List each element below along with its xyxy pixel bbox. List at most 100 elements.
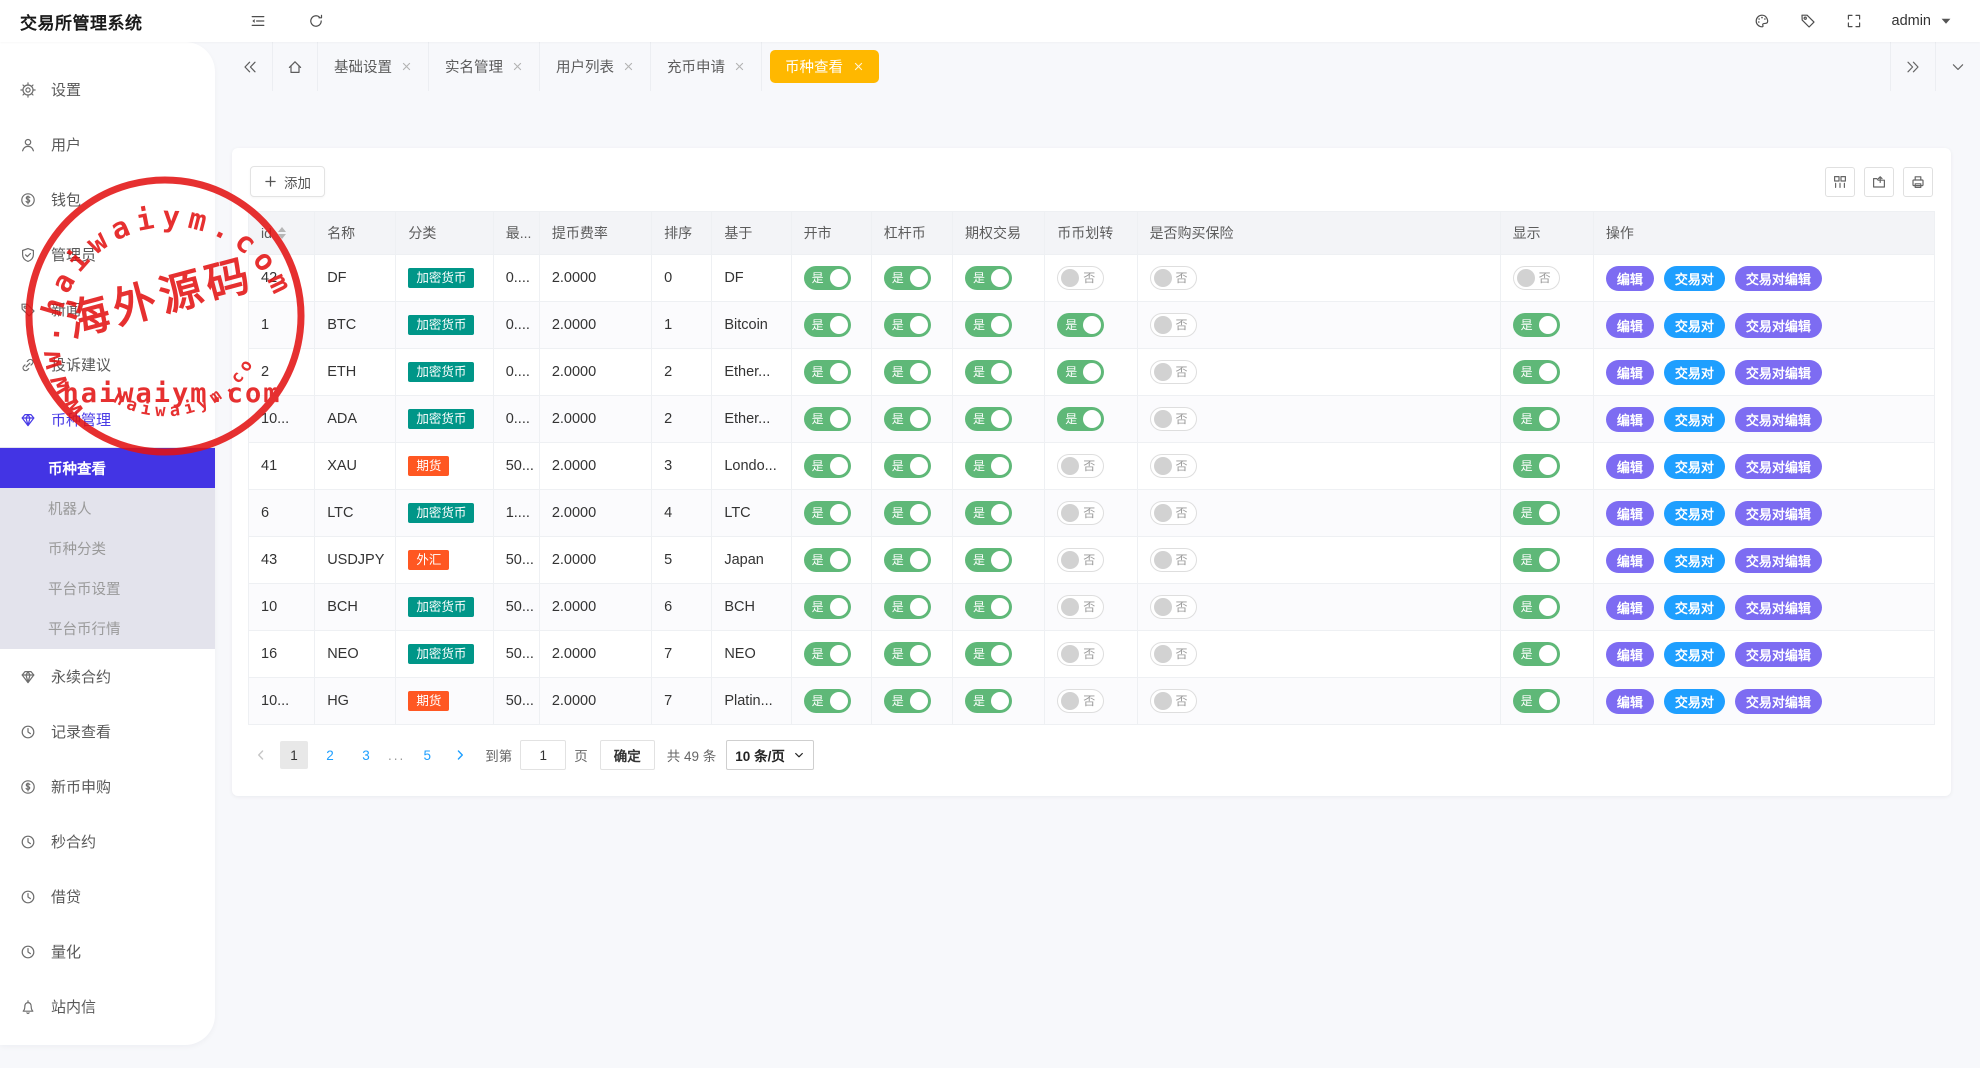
sidebar-item-coin-manage[interactable]: 币种管理 <box>0 392 215 447</box>
toggle-transfer[interactable]: 否 <box>1057 266 1104 290</box>
toggle-transfer[interactable]: 是 <box>1057 360 1104 384</box>
toggle-show[interactable]: 是 <box>1513 501 1560 525</box>
pairs-edit-button[interactable]: 交易对编辑 <box>1735 266 1822 291</box>
pairs-button[interactable]: 交易对 <box>1664 360 1725 385</box>
toggle-option[interactable]: 是 <box>965 501 1012 525</box>
sidebar-item-record-view[interactable]: 记录查看 <box>0 704 215 759</box>
toggle-lever[interactable]: 是 <box>884 360 931 384</box>
toggle-lever[interactable]: 是 <box>884 313 931 337</box>
toggle-option[interactable]: 是 <box>965 595 1012 619</box>
edit-button[interactable]: 编辑 <box>1606 454 1654 479</box>
toggle-show[interactable]: 是 <box>1513 642 1560 666</box>
toggle-show[interactable]: 是 <box>1513 360 1560 384</box>
toggle-insurance[interactable]: 否 <box>1150 501 1197 525</box>
print-button[interactable] <box>1903 167 1933 197</box>
sidebar-subitem-coin-view[interactable]: 币种查看 <box>0 448 215 488</box>
toggle-option[interactable]: 是 <box>965 642 1012 666</box>
pairs-button[interactable]: 交易对 <box>1664 407 1725 432</box>
toggle-option[interactable]: 是 <box>965 689 1012 713</box>
sidebar-item-feedback[interactable]: 投诉建议 <box>0 337 215 392</box>
pairs-edit-button[interactable]: 交易对编辑 <box>1735 407 1822 432</box>
toggle-transfer[interactable]: 否 <box>1057 501 1104 525</box>
toggle-option[interactable]: 是 <box>965 313 1012 337</box>
toggle-transfer[interactable]: 是 <box>1057 313 1104 337</box>
toggle-show[interactable]: 是 <box>1513 595 1560 619</box>
pairs-button[interactable]: 交易对 <box>1664 266 1725 291</box>
pairs-button[interactable]: 交易对 <box>1664 501 1725 526</box>
export-button[interactable] <box>1864 167 1894 197</box>
toggle-show[interactable]: 是 <box>1513 689 1560 713</box>
toggle-insurance[interactable]: 否 <box>1150 360 1197 384</box>
toggle-open[interactable]: 是 <box>804 360 851 384</box>
pairs-edit-button[interactable]: 交易对编辑 <box>1735 501 1822 526</box>
edit-button[interactable]: 编辑 <box>1606 642 1654 667</box>
toggle-show[interactable]: 是 <box>1513 407 1560 431</box>
toggle-show[interactable]: 是 <box>1513 454 1560 478</box>
toggle-open[interactable]: 是 <box>804 266 851 290</box>
toggle-insurance[interactable]: 否 <box>1150 689 1197 713</box>
toggle-open[interactable]: 是 <box>804 501 851 525</box>
pairs-button[interactable]: 交易对 <box>1664 548 1725 573</box>
page-number-5[interactable]: 5 <box>413 741 441 769</box>
tag-icon[interactable] <box>1800 13 1816 29</box>
tabs-dropdown-icon[interactable] <box>1935 42 1980 91</box>
edit-button[interactable]: 编辑 <box>1606 360 1654 385</box>
sort-icon[interactable] <box>278 227 286 239</box>
home-icon[interactable] <box>273 42 318 91</box>
refresh-icon[interactable] <box>308 13 324 29</box>
close-icon[interactable] <box>512 61 523 72</box>
edit-button[interactable]: 编辑 <box>1606 548 1654 573</box>
admin-menu[interactable]: admin <box>1892 13 1955 29</box>
edit-button[interactable]: 编辑 <box>1606 689 1654 714</box>
toggle-open[interactable]: 是 <box>804 548 851 572</box>
toggle-option[interactable]: 是 <box>965 360 1012 384</box>
edit-button[interactable]: 编辑 <box>1606 313 1654 338</box>
toggle-lever[interactable]: 是 <box>884 689 931 713</box>
fullscreen-icon[interactable] <box>1846 13 1862 29</box>
pairs-button[interactable]: 交易对 <box>1664 642 1725 667</box>
edit-button[interactable]: 编辑 <box>1606 407 1654 432</box>
toggle-open[interactable]: 是 <box>804 407 851 431</box>
sidebar-subitem-robot[interactable]: 机器人 <box>0 488 215 528</box>
sidebar-item-second-contract[interactable]: 秒合约 <box>0 814 215 869</box>
toggle-open[interactable]: 是 <box>804 313 851 337</box>
tabs-scroll-left-icon[interactable] <box>227 42 273 91</box>
toggle-open[interactable]: 是 <box>804 689 851 713</box>
toggle-transfer[interactable]: 是 <box>1057 407 1104 431</box>
toggle-open[interactable]: 是 <box>804 454 851 478</box>
toggle-option[interactable]: 是 <box>965 454 1012 478</box>
sidebar-item-lending[interactable]: 借贷 <box>0 869 215 924</box>
toggle-insurance[interactable]: 否 <box>1150 642 1197 666</box>
toggle-lever[interactable]: 是 <box>884 407 931 431</box>
close-icon[interactable] <box>734 61 745 72</box>
toggle-option[interactable]: 是 <box>965 407 1012 431</box>
close-icon[interactable] <box>853 61 864 72</box>
sidebar-subitem-platform-coin-settings[interactable]: 平台币设置 <box>0 568 215 608</box>
collapse-icon[interactable] <box>250 13 266 29</box>
toggle-insurance[interactable]: 否 <box>1150 407 1197 431</box>
pairs-edit-button[interactable]: 交易对编辑 <box>1735 689 1822 714</box>
add-button[interactable]: 添加 <box>250 166 325 197</box>
toggle-lever[interactable]: 是 <box>884 595 931 619</box>
pairs-edit-button[interactable]: 交易对编辑 <box>1735 548 1822 573</box>
close-icon[interactable] <box>623 61 634 72</box>
pairs-button[interactable]: 交易对 <box>1664 454 1725 479</box>
toggle-show[interactable]: 是 <box>1513 313 1560 337</box>
toggle-insurance[interactable]: 否 <box>1150 313 1197 337</box>
toggle-open[interactable]: 是 <box>804 595 851 619</box>
sidebar-item-settings[interactable]: 设置 <box>0 62 215 117</box>
page-number-3[interactable]: 3 <box>352 741 380 769</box>
toggle-lever[interactable]: 是 <box>884 642 931 666</box>
tab-deposit-request[interactable]: 充币申请 <box>651 42 762 91</box>
palette-icon[interactable] <box>1754 13 1770 29</box>
toggle-transfer[interactable]: 否 <box>1057 689 1104 713</box>
sidebar-item-wallet[interactable]: 钱包 <box>0 172 215 227</box>
sidebar-item-users[interactable]: 用户 <box>0 117 215 172</box>
close-icon[interactable] <box>401 61 412 72</box>
edit-button[interactable]: 编辑 <box>1606 266 1654 291</box>
pairs-edit-button[interactable]: 交易对编辑 <box>1735 642 1822 667</box>
tab-coin-view[interactable]: 币种查看 <box>762 42 887 91</box>
pairs-edit-button[interactable]: 交易对编辑 <box>1735 595 1822 620</box>
toggle-insurance[interactable]: 否 <box>1150 548 1197 572</box>
sidebar-item-new-coin-subscribe[interactable]: 新币申购 <box>0 759 215 814</box>
